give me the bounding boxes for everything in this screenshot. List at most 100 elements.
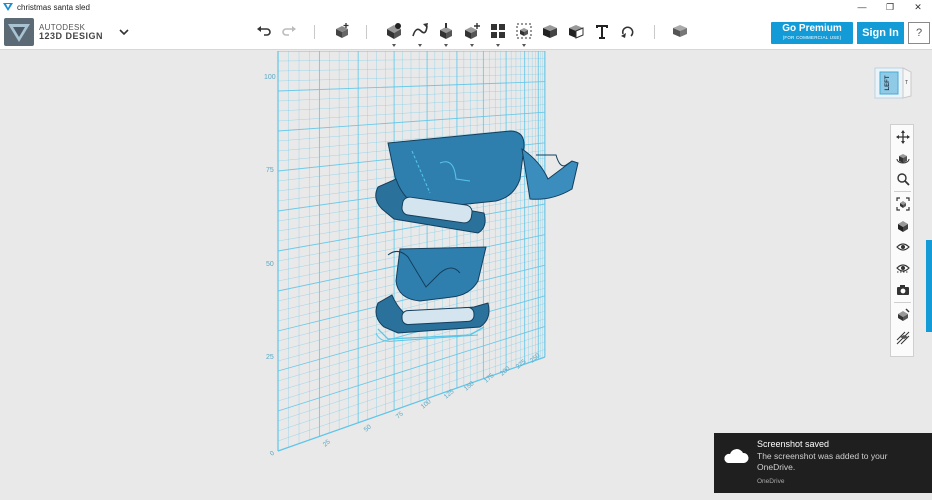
material-icon bbox=[673, 25, 687, 37]
maximize-button[interactable]: ❐ bbox=[876, 0, 904, 14]
grid-tick-label: 75 bbox=[395, 410, 405, 420]
minimize-button[interactable]: — bbox=[848, 0, 876, 14]
construct-button[interactable] bbox=[436, 21, 456, 41]
grid-line bbox=[277, 81, 546, 92]
material-button[interactable] bbox=[670, 21, 690, 41]
caret-icon bbox=[418, 44, 422, 47]
modify-icon bbox=[465, 23, 480, 39]
hidden-button[interactable] bbox=[894, 259, 911, 276]
grid-line bbox=[277, 73, 546, 82]
grid-tick-label: 250 bbox=[529, 352, 542, 365]
view-mode-button[interactable] bbox=[894, 217, 911, 234]
chevron-down-icon[interactable] bbox=[118, 26, 130, 38]
brand[interactable]: AUTODESK 123D DESIGN bbox=[39, 23, 103, 41]
toolbar-divider bbox=[366, 25, 367, 39]
title-bar: christmas santa sled — ❐ ✕ bbox=[0, 0, 932, 14]
view-cube[interactable]: LEFT T bbox=[873, 66, 913, 100]
cloud-icon bbox=[724, 449, 749, 463]
grid-tick-label: 225 bbox=[515, 358, 528, 371]
sign-in-button[interactable]: Sign In bbox=[857, 22, 904, 44]
caret-icon bbox=[496, 44, 500, 47]
caret-icon bbox=[392, 44, 396, 47]
material-view-icon bbox=[897, 308, 909, 321]
help-button[interactable]: ? bbox=[908, 22, 930, 44]
grid-line bbox=[277, 104, 546, 122]
modify-button[interactable] bbox=[462, 21, 482, 41]
primitives-button[interactable] bbox=[384, 21, 404, 41]
text-button[interactable] bbox=[592, 21, 612, 41]
sketch-icon bbox=[412, 23, 428, 37]
snap-icon bbox=[621, 26, 634, 38]
snap-button[interactable] bbox=[618, 21, 638, 41]
pan-icon bbox=[895, 129, 910, 144]
main-toolbar: AUTODESK 123D DESIGN Go Premium (FOR COM… bbox=[0, 14, 932, 50]
pattern-icon bbox=[491, 24, 505, 38]
measure-icon bbox=[569, 25, 584, 39]
visibility-button[interactable] bbox=[894, 238, 911, 255]
screenshot-button[interactable] bbox=[894, 281, 911, 298]
nav-divider bbox=[894, 191, 911, 192]
window-title: christmas santa sled bbox=[17, 2, 90, 12]
grid-line bbox=[277, 341, 546, 432]
add-box-button[interactable] bbox=[332, 21, 352, 41]
sketch-button[interactable] bbox=[410, 21, 430, 41]
onedrive-toast[interactable]: Screenshot saved The screenshot was adde… bbox=[714, 433, 932, 493]
grid-tick-label: 50 bbox=[363, 423, 373, 433]
hidden-icon bbox=[895, 263, 910, 272]
side-panel-tab[interactable] bbox=[926, 240, 932, 332]
snap-grid-icon bbox=[896, 331, 909, 344]
navigation-panel bbox=[890, 124, 914, 357]
fit-icon bbox=[895, 196, 910, 211]
grid-tick-label: 175 bbox=[483, 372, 496, 385]
orbit-button[interactable] bbox=[894, 149, 911, 166]
zoom-icon bbox=[896, 172, 910, 186]
go-premium-label: Go Premium bbox=[782, 23, 842, 34]
primitives-icon bbox=[387, 23, 401, 39]
grid-tick-label: 100 bbox=[264, 74, 276, 81]
grid-line bbox=[277, 349, 546, 442]
grid-line bbox=[277, 111, 546, 132]
orbit-icon bbox=[896, 153, 909, 163]
sled-model-bottom[interactable] bbox=[375, 246, 490, 342]
undo-button[interactable] bbox=[254, 21, 274, 41]
app-logo[interactable] bbox=[4, 18, 34, 46]
grid-tick-label: 25 bbox=[266, 354, 274, 361]
brand-line-2: 123D DESIGN bbox=[39, 31, 104, 41]
combine-button[interactable] bbox=[540, 21, 560, 41]
toolbar-divider bbox=[654, 25, 655, 39]
grid-tick-label: 25 bbox=[322, 438, 332, 448]
pattern-button[interactable] bbox=[488, 21, 508, 41]
screenshot-icon bbox=[896, 284, 909, 295]
app-icon bbox=[3, 3, 13, 11]
toast-title: Screenshot saved bbox=[757, 439, 830, 449]
view-cube-face-label: LEFT bbox=[885, 75, 891, 90]
caret-icon bbox=[522, 44, 526, 47]
grid-line bbox=[277, 58, 546, 62]
pan-button[interactable] bbox=[894, 128, 911, 145]
visibility-icon bbox=[895, 242, 910, 251]
text-icon bbox=[596, 25, 608, 39]
grouping-button[interactable] bbox=[514, 21, 534, 41]
close-button[interactable]: ✕ bbox=[904, 0, 932, 14]
toast-source: OneDrive bbox=[757, 478, 785, 485]
zoom-button[interactable] bbox=[894, 170, 911, 187]
undo-icon bbox=[257, 26, 271, 36]
combine-icon bbox=[543, 25, 557, 38]
construct-icon bbox=[440, 23, 452, 39]
go-premium-sublabel: (FOR COMMERCIAL USE) bbox=[782, 35, 842, 40]
measure-button[interactable] bbox=[566, 21, 586, 41]
redo-icon bbox=[282, 26, 296, 36]
toast-body: The screenshot was added to your OneDriv… bbox=[757, 451, 888, 472]
grid-tick-label: 0 bbox=[269, 450, 277, 458]
grid-line bbox=[277, 66, 546, 72]
sled-model-top[interactable] bbox=[375, 130, 579, 234]
redo-button[interactable] bbox=[279, 21, 299, 41]
fit-button[interactable] bbox=[894, 195, 911, 212]
go-premium-button[interactable]: Go Premium (FOR COMMERCIAL USE) bbox=[771, 22, 853, 44]
view-cube-side-label: T bbox=[905, 80, 908, 86]
grid-line bbox=[277, 333, 546, 422]
view-mode-icon bbox=[897, 220, 908, 232]
material-view-button[interactable] bbox=[894, 306, 911, 323]
snap-grid-button[interactable] bbox=[894, 329, 911, 346]
grouping-icon bbox=[516, 23, 532, 39]
